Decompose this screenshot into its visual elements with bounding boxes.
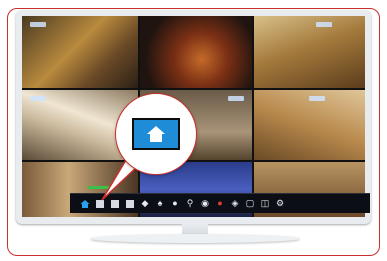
ptz-icon: ◈ [231,198,239,208]
settings-button[interactable]: ⚙ [275,199,285,209]
snapshot-button[interactable]: ▢ [245,199,255,209]
layout-16-icon: ◆ [141,198,149,208]
magnifier-callout [115,93,197,175]
home-icon [147,126,165,142]
playback-button[interactable]: ◉ [200,199,210,209]
audio-icon: ♠ [157,198,163,208]
playback-icon: ◉ [201,198,209,208]
layout-1-button[interactable] [95,199,105,209]
record-icon: ● [217,198,223,208]
monitor-stand-neck [182,224,208,234]
backup-icon: ◫ [260,198,270,208]
home-button[interactable] [80,199,90,209]
home-icon [80,199,90,208]
ptz-button[interactable]: ◈ [230,199,240,209]
camera-tile-1[interactable] [22,16,138,88]
channel-label [30,22,46,27]
layout-1-icon [96,199,104,208]
channel-label [316,22,332,27]
zoom-icon: ● [172,198,178,208]
search-button[interactable]: ⚲ [185,199,195,209]
layout-16-button[interactable]: ◆ [140,199,150,209]
status-indicator [88,186,114,189]
zoom-button[interactable]: ● [170,199,180,209]
audio-button[interactable]: ♠ [155,199,165,209]
layout-9-icon [126,199,134,208]
layout-4-icon [111,199,119,208]
layout-9-button[interactable] [125,199,135,209]
record-button[interactable]: ● [215,199,225,209]
camera-tile-3[interactable] [254,16,365,88]
snapshot-icon: ▢ [245,198,255,208]
monitor-stand-base [90,234,300,243]
backup-button[interactable]: ◫ [260,199,270,209]
settings-icon: ⚙ [275,198,285,208]
camera-tile-6[interactable] [254,90,365,160]
search-icon: ⚲ [186,198,194,208]
channel-label [309,96,325,101]
channel-label [228,96,244,101]
camera-tile-2[interactable] [140,16,252,88]
layout-4-button[interactable] [110,199,120,209]
home-button-zoomed [132,118,180,150]
dvr-toolbar: ◆ ♠ ● ⚲ ◉ ● ◈ ▢ ◫ ⚙ [70,193,370,213]
channel-label [30,96,46,101]
